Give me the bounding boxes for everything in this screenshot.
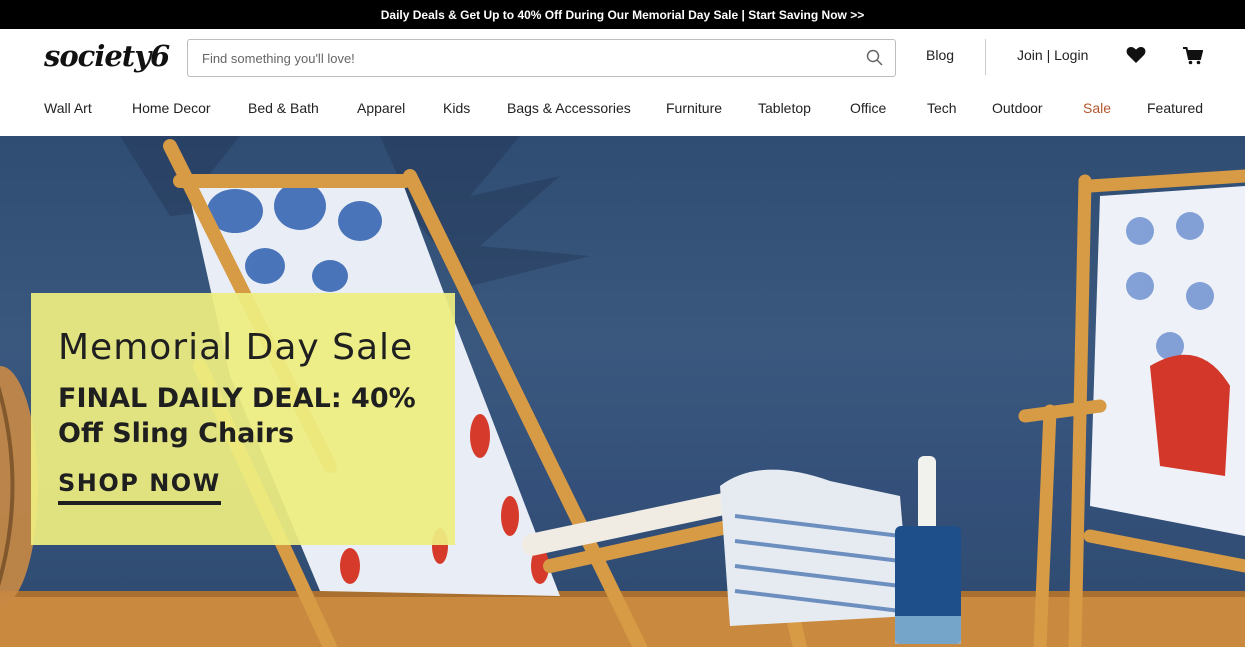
nav-item-furniture[interactable]: Furniture [666, 100, 722, 116]
nav-item-bed-bath[interactable]: Bed & Bath [248, 100, 319, 116]
nav-item-sale[interactable]: Sale [1083, 100, 1111, 116]
nav-item-tech[interactable]: Tech [927, 100, 957, 116]
nav-item-featured[interactable]: Featured [1147, 100, 1203, 116]
nav-item-office[interactable]: Office [850, 100, 886, 116]
promo-card[interactable]: Memorial Day Sale FINAL DAILY DEAL: 40% … [31, 293, 455, 545]
nav-item-apparel[interactable]: Apparel [357, 100, 405, 116]
shop-now-link[interactable]: SHOP NOW [58, 469, 221, 505]
hero-banner[interactable]: Memorial Day Sale FINAL DAILY DEAL: 40% … [0, 136, 1245, 647]
hero-subtitle: FINAL DAILY DEAL: 40% Off Sling Chairs [58, 383, 416, 449]
nav-item-tabletop[interactable]: Tabletop [758, 100, 811, 116]
search-input[interactable] [188, 40, 848, 76]
nav-item-kids[interactable]: Kids [443, 100, 470, 116]
nav-item-wall-art[interactable]: Wall Art [44, 100, 92, 116]
nav-item-home-decor[interactable]: Home Decor [132, 100, 211, 116]
cart-icon[interactable] [1183, 47, 1204, 65]
join-login-link[interactable]: Join | Login [1017, 47, 1088, 63]
promo-bar-text[interactable]: Daily Deals & Get Up to 40% Off During O… [381, 8, 864, 22]
category-nav: Wall Art Home Decor Bed & Bath Apparel K… [0, 85, 1245, 135]
nav-item-outdoor[interactable]: Outdoor [992, 100, 1043, 116]
search-box [187, 39, 896, 77]
search-icon[interactable] [865, 48, 885, 68]
heart-icon[interactable] [1126, 46, 1146, 64]
blog-link[interactable]: Blog [926, 47, 954, 63]
promo-bar[interactable]: Daily Deals & Get Up to 40% Off During O… [0, 0, 1245, 29]
header-divider [985, 39, 986, 75]
hero-title: Memorial Day Sale [58, 327, 414, 368]
nav-item-bags-accessories[interactable]: Bags & Accessories [507, 100, 631, 116]
society6-logo[interactable]: society6 [44, 39, 170, 73]
site-header: society6 Blog Join | Login [0, 29, 1245, 85]
